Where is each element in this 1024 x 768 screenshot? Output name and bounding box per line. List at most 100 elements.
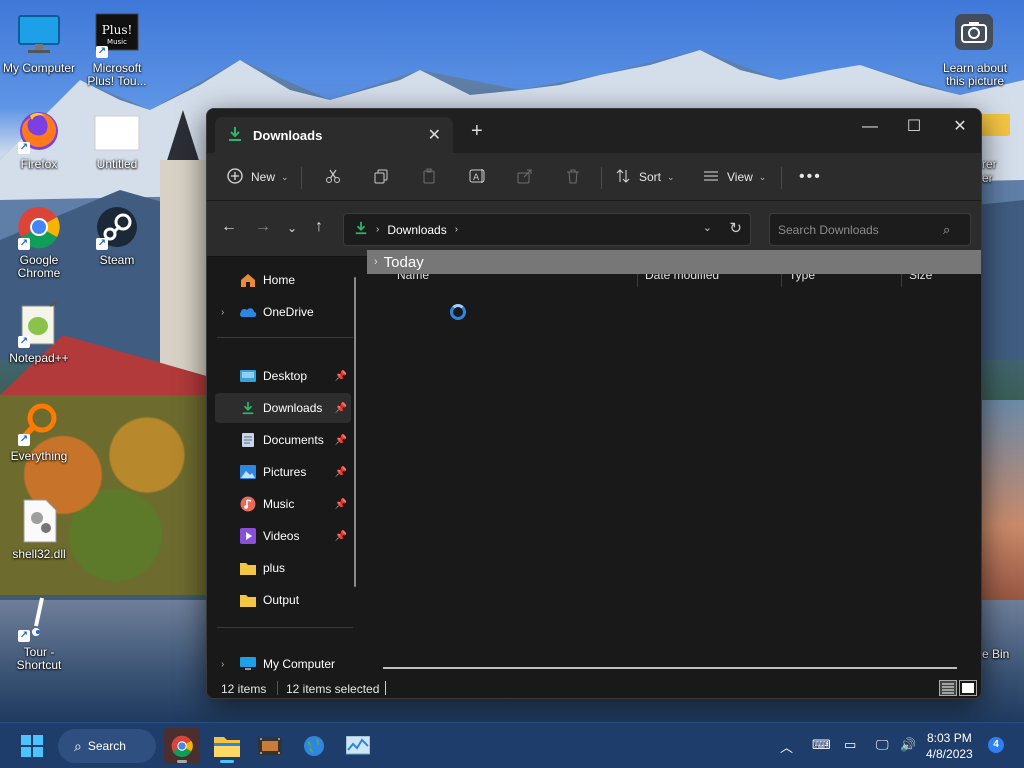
up-arrow-icon[interactable]: ↑ (315, 218, 323, 236)
new-tab-button[interactable]: + (471, 120, 483, 143)
address-dropdown-icon[interactable]: ⌄ (703, 221, 712, 234)
share-button[interactable] (517, 163, 533, 191)
desktop-icon-learn-picture[interactable]: Learn about this picture (936, 12, 1014, 88)
taskbar-performance-monitor[interactable] (340, 728, 376, 764)
breadcrumb-downloads[interactable]: Downloads (387, 223, 446, 237)
nav-item-label: My Computer (263, 657, 336, 671)
pin-icon[interactable]: 📌 (335, 403, 347, 414)
taskbar-browser-globe[interactable] (296, 728, 332, 764)
nav-item-label: plus (263, 561, 286, 575)
nav-item-onedrive[interactable]: › OneDrive (215, 297, 351, 327)
view-button[interactable]: View ⌄ (703, 163, 766, 191)
paste-button[interactable] (421, 163, 437, 191)
nav-item-desktop[interactable]: Desktop 📌 (215, 361, 351, 391)
selected-count: 12 items selected (286, 682, 380, 696)
thumbnail-view-button[interactable] (959, 680, 977, 696)
file-list[interactable]: Name Date modified ⌄ Type Size (367, 257, 981, 677)
title-bar[interactable]: Downloads ✕ + — ☐ ✕ (207, 109, 981, 153)
chart-monitor-icon (346, 736, 370, 755)
address-bar[interactable]: › Downloads › ⌄ ↻ (343, 213, 751, 246)
back-arrow-icon[interactable]: ← (221, 218, 237, 236)
desktop-icon-steam[interactable]: ↗ Steam (78, 204, 156, 267)
close-tab-icon[interactable]: ✕ (428, 125, 441, 145)
file-explorer-window[interactable]: Downloads ✕ + — ☐ ✕ New ⌄ A Sort ⌄ View … (206, 108, 982, 699)
keyboard-icon[interactable]: ⌨ (812, 737, 831, 753)
desktop-icon-my-computer[interactable]: My Computer (0, 12, 78, 75)
nav-item-documents[interactable]: Documents 📌 (215, 425, 351, 455)
chevron-down-icon: ⌄ (667, 171, 675, 182)
chevron-right-icon[interactable]: › (221, 307, 224, 318)
cut-button[interactable] (325, 163, 341, 191)
music-icon (239, 496, 257, 512)
group-header-today[interactable]: › Today (367, 250, 981, 274)
nav-item-home[interactable]: Home (215, 265, 351, 295)
copy-button[interactable] (373, 163, 389, 191)
chevron-right-icon[interactable]: › (376, 224, 379, 235)
sort-button[interactable]: Sort ⌄ (615, 163, 675, 191)
desktop-icon-notepadpp[interactable]: ↗ Notepad++ (0, 301, 78, 365)
nav-item-output[interactable]: Output (215, 585, 351, 615)
new-button[interactable]: New ⌄ (227, 163, 289, 191)
minimize-button[interactable]: — (847, 113, 893, 143)
desktop-icon-firefox[interactable]: ↗ Firefox (0, 108, 78, 171)
horizontal-scrollbar[interactable] (383, 667, 957, 669)
desktop-icon-label: Learn about this picture (942, 61, 1008, 88)
chevron-down-icon: ⌄ (281, 171, 289, 182)
pin-icon[interactable]: 📌 (335, 531, 347, 542)
taskbar-chrome[interactable] (164, 728, 200, 764)
desktop-folder-icon (239, 368, 257, 384)
desktop-icon-microsoft-plus[interactable]: Plus! Music ↗ Microsoft Plus! Tou... (78, 12, 156, 88)
taskbar-file-explorer[interactable] (209, 728, 245, 764)
desktop-icon-untitled[interactable]: Untitled (78, 108, 156, 171)
close-window-button[interactable]: ✕ (937, 113, 981, 143)
desktop-icon-google-chrome[interactable]: ↗ Google Chrome (0, 204, 78, 280)
rename-button[interactable]: A (469, 163, 487, 191)
more-options-icon[interactable]: ••• (799, 163, 822, 191)
show-hidden-icons-chevron[interactable]: ︿ (780, 737, 793, 756)
pin-icon[interactable]: 📌 (335, 467, 347, 478)
desktop-icon-recycle-bin-label[interactable]: e Bin (982, 648, 1024, 661)
folder-icon (239, 592, 257, 608)
nav-item-my-computer[interactable]: › My Computer (215, 649, 351, 679)
details-view-button[interactable] (939, 680, 957, 696)
nav-item-videos[interactable]: Videos 📌 (215, 521, 351, 551)
chevron-right-icon[interactable]: › (221, 659, 224, 670)
delete-button[interactable] (565, 163, 581, 191)
maximize-button[interactable]: ☐ (891, 113, 937, 143)
nav-item-label: Output (263, 593, 300, 607)
desktop-icon-tour-shortcut[interactable]: ↗ Tour - Shortcut (0, 596, 78, 672)
forward-arrow-icon[interactable]: → (255, 218, 271, 236)
desktop-icon-shell32[interactable]: shell32.dll (0, 498, 78, 561)
system-clock[interactable]: 8:03 PM 4/8/2023 (926, 730, 973, 762)
search-input[interactable] (769, 213, 971, 246)
active-indicator (220, 760, 234, 763)
tablet-icon[interactable]: ▭ (844, 737, 856, 753)
nav-item-plus[interactable]: plus (215, 553, 351, 583)
folder-icon[interactable] (980, 114, 1010, 136)
nav-item-downloads[interactable]: Downloads 📌 (215, 393, 351, 423)
taskbar-media-app[interactable] (252, 728, 288, 764)
refresh-icon[interactable]: ↻ (729, 219, 742, 237)
tab-downloads[interactable]: Downloads ✕ (215, 117, 453, 153)
church-tower (160, 160, 206, 390)
pin-icon[interactable]: 📌 (335, 499, 347, 510)
nav-pane-scrollbar[interactable] (354, 277, 356, 587)
home-icon (239, 272, 257, 288)
chevron-right-icon[interactable]: › (455, 224, 458, 235)
taskbar-search-button[interactable]: ⌕ Search (58, 729, 156, 763)
pin-icon[interactable]: 📌 (335, 371, 347, 382)
nav-item-music[interactable]: Music 📌 (215, 489, 351, 519)
recent-locations-chevron-icon[interactable]: ⌄ (287, 221, 297, 235)
nav-item-pictures[interactable]: Pictures 📌 (215, 457, 351, 487)
network-icon[interactable]: 🖵 (876, 737, 889, 753)
volume-icon[interactable]: 🔊 (900, 737, 916, 753)
pin-icon[interactable]: 📌 (335, 435, 347, 446)
tour-shortcut-icon: ↗ (16, 596, 62, 642)
chevron-right-icon[interactable]: › (374, 256, 378, 268)
cloud-icon (239, 304, 257, 320)
thumbnail-view-icon (962, 683, 974, 693)
desktop-icon-label: Everything (10, 449, 68, 463)
desktop-icon-everything[interactable]: ↗ Everything (0, 400, 78, 463)
notification-badge[interactable]: 4 (988, 737, 1004, 753)
start-button[interactable] (14, 728, 50, 764)
